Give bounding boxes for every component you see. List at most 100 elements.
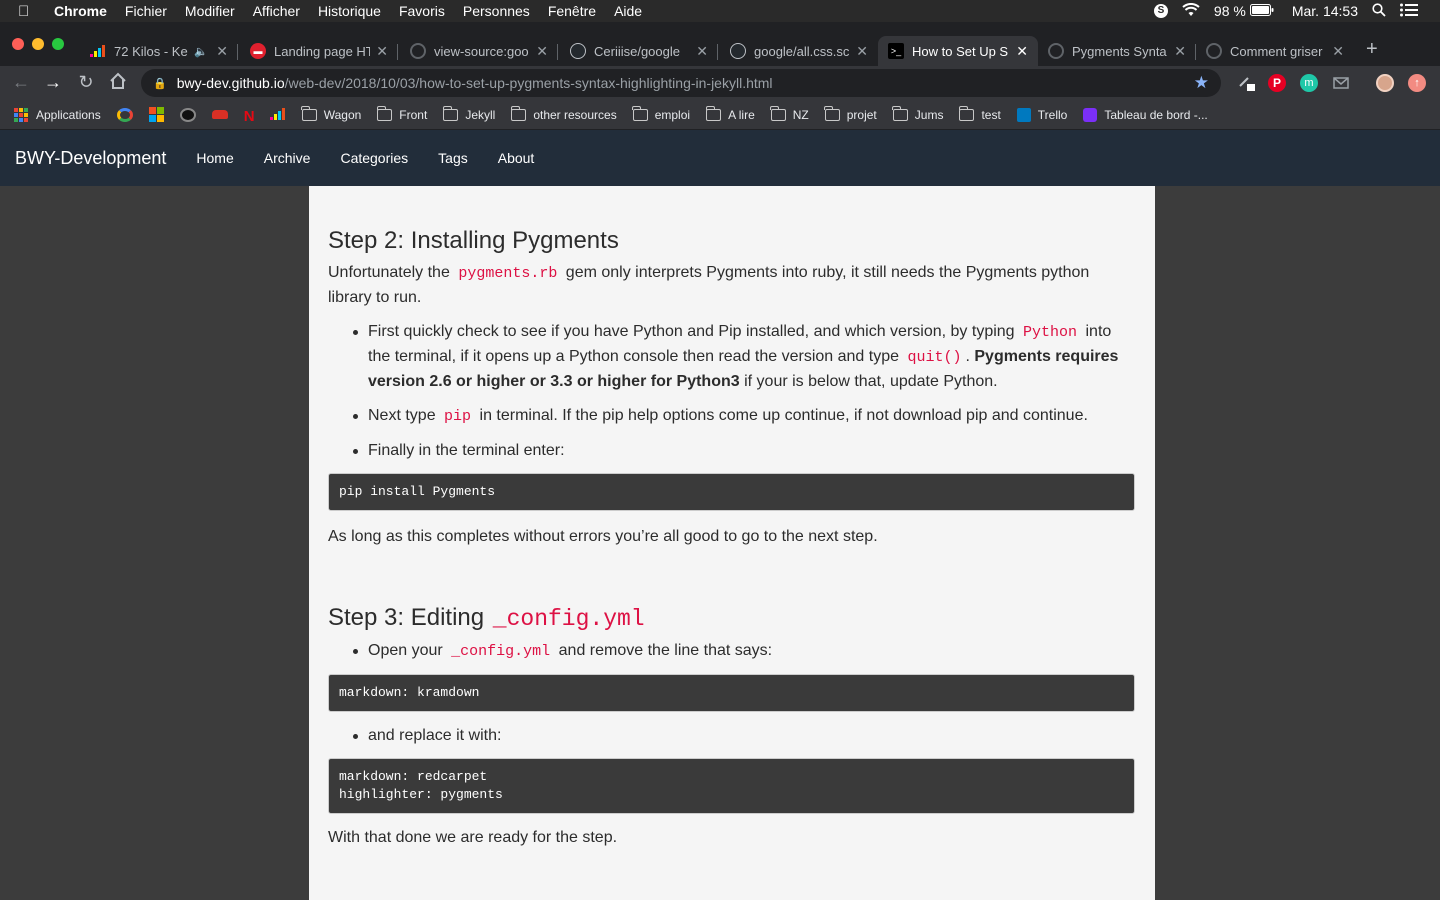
bookmark-folder-nz[interactable]: NZ: [770, 105, 809, 122]
extension-m-icon[interactable]: m: [1300, 74, 1318, 92]
bookmark-car[interactable]: [211, 110, 228, 119]
nav-archive[interactable]: Archive: [264, 150, 311, 166]
bookmark-folder-projet[interactable]: projet: [824, 105, 877, 122]
bookmark-label: NZ: [792, 107, 809, 122]
update-icon[interactable]: ↑: [1408, 74, 1426, 92]
tab-ceriiise-google[interactable]: Ceriiise/google ✕: [560, 36, 718, 66]
bookmark-folder-test[interactable]: test: [958, 105, 1001, 122]
bookmark-deezer[interactable]: [269, 107, 286, 122]
minimize-window-button[interactable]: [32, 38, 44, 50]
bookmark-netflix[interactable]: N: [244, 108, 255, 125]
close-tab-icon[interactable]: ✕: [376, 43, 388, 60]
site-navbar: BWY-Development Home Archive Categories …: [0, 130, 1440, 186]
nav-about[interactable]: About: [498, 150, 535, 166]
close-tab-icon[interactable]: ✕: [856, 43, 868, 60]
site-brand[interactable]: BWY-Development: [15, 148, 166, 169]
menu-modifier[interactable]: Modifier: [185, 3, 235, 19]
tab-title: view-source:goo: [434, 43, 529, 59]
tab-google-all-css[interactable]: google/all.css.sc ✕: [720, 36, 878, 66]
close-window-button[interactable]: [12, 38, 24, 50]
home-icon[interactable]: [107, 72, 129, 95]
bookmark-folder-jums[interactable]: Jums: [892, 105, 943, 122]
tab-comment-griser[interactable]: Comment griser ✕: [1196, 36, 1354, 66]
wifi-icon[interactable]: [1182, 2, 1200, 20]
close-tab-icon[interactable]: ✕: [1174, 43, 1186, 60]
zoom-window-button[interactable]: [52, 38, 64, 50]
apple-menu-icon[interactable]: : [18, 3, 40, 20]
menu-favoris[interactable]: Favoris: [399, 3, 445, 19]
list-item: Open your _config.yml and remove the lin…: [353, 639, 1135, 664]
speaker-icon[interactable]: 🔈: [194, 45, 208, 58]
browser-toolbar: ← → ↻ 🔒 bwy-dev.github.io /web-dev/2018/…: [0, 66, 1440, 100]
bookmark-folder-other-resources[interactable]: other resources: [510, 105, 617, 122]
menu-personnes[interactable]: Personnes: [463, 3, 530, 19]
lock-icon[interactable]: 🔒: [153, 77, 167, 90]
mail-icon[interactable]: [1332, 74, 1350, 92]
extension-screenshot-icon[interactable]: [1238, 74, 1256, 92]
battery-percent[interactable]: 98 %: [1214, 3, 1246, 19]
bookmark-label: Applications: [36, 107, 101, 122]
close-tab-icon[interactable]: ✕: [216, 43, 228, 60]
new-tab-icon[interactable]: +: [1366, 38, 1378, 61]
bookmark-microsoft[interactable]: [148, 107, 164, 122]
menu-app-name[interactable]: Chrome: [54, 3, 107, 19]
forward-arrow-icon[interactable]: →: [42, 72, 64, 93]
spotlight-search-icon[interactable]: [1372, 2, 1386, 20]
pinterest-icon[interactable]: P: [1268, 74, 1286, 92]
bookmark-folder-front[interactable]: Front: [376, 105, 428, 122]
code-block-pip-install[interactable]: pip install Pygments: [328, 473, 1135, 511]
close-tab-icon[interactable]: ✕: [1016, 43, 1028, 60]
menu-aide[interactable]: Aide: [614, 3, 642, 19]
bookmark-folder-wagon[interactable]: Wagon: [301, 105, 362, 122]
bookmark-folder-a-lire[interactable]: A lire: [705, 105, 755, 122]
folder-icon: [824, 105, 840, 121]
clock[interactable]: Mar. 14:53: [1292, 3, 1358, 19]
code-block-redcarpet[interactable]: markdown: redcarpet highlighter: pygment…: [328, 758, 1135, 814]
bookmark-google[interactable]: [116, 107, 133, 122]
profile-avatar[interactable]: [1376, 74, 1394, 92]
bookmark-star-icon[interactable]: ★: [1194, 73, 1209, 93]
text: First quickly check to see if you have P…: [368, 323, 1015, 340]
nav-tags[interactable]: Tags: [438, 150, 468, 166]
skype-icon[interactable]: S: [1153, 4, 1168, 18]
bookmark-folder-emploi[interactable]: emploi: [632, 105, 690, 122]
bookmark-applications[interactable]: Applications: [14, 107, 101, 122]
bookmark-tableau-de-bord[interactable]: Tableau de bord -...: [1083, 107, 1208, 122]
back-arrow-icon[interactable]: ←: [10, 72, 32, 93]
bookmark-label: Wagon: [323, 107, 362, 122]
bookmark-label: Front: [399, 107, 428, 122]
nav-categories[interactable]: Categories: [340, 150, 408, 166]
nav-home[interactable]: Home: [196, 150, 233, 166]
github-icon: [730, 43, 746, 59]
folder-icon: [510, 105, 527, 121]
reload-icon[interactable]: ↻: [75, 72, 97, 93]
menu-fichier[interactable]: Fichier: [125, 3, 167, 19]
close-tab-icon[interactable]: ✕: [696, 43, 708, 60]
tab-pygments-syntax[interactable]: Pygments Synta ✕: [1038, 36, 1196, 66]
list-item: Finally in the terminal enter:: [353, 439, 1135, 463]
code-block-markdown-kramdown[interactable]: markdown: kramdown: [328, 674, 1135, 712]
bookmark-label: projet: [846, 107, 877, 122]
bookmark-github[interactable]: [179, 107, 196, 122]
bookmark-trello[interactable]: Trello: [1016, 107, 1067, 122]
list-item: Next type pip in terminal. If the pip he…: [353, 404, 1135, 429]
address-bar[interactable]: 🔒 bwy-dev.github.io /web-dev/2018/10/03/…: [141, 69, 1221, 97]
close-tab-icon[interactable]: ✕: [536, 43, 548, 60]
close-tab-icon[interactable]: ✕: [1332, 43, 1344, 60]
tab-title: Comment griser: [1230, 43, 1323, 59]
menu-fenetre[interactable]: Fenêtre: [548, 3, 596, 19]
url-path: /web-dev/2018/10/03/how-to-set-up-pygmen…: [284, 75, 773, 91]
notification-center-icon[interactable]: [1400, 3, 1418, 20]
macos-menu-bar:  Chrome Fichier Modifier Afficher Histo…: [0, 0, 1440, 22]
battery-icon[interactable]: [1249, 3, 1274, 19]
tab-landing-page[interactable]: ▬ Landing page HT ✕: [240, 36, 398, 66]
tab-title: 72 Kilos - Ke: [114, 43, 188, 59]
menu-historique[interactable]: Historique: [318, 3, 381, 19]
tab-view-source[interactable]: view-source:goo ✕: [400, 36, 558, 66]
bookmark-folder-jekyll[interactable]: Jekyll: [442, 105, 495, 122]
menu-extras: S 98 % Mar. 14:53: [1153, 0, 1440, 22]
tab-72-kilos[interactable]: 72 Kilos - Ke 🔈 ✕: [80, 36, 238, 66]
menu-afficher[interactable]: Afficher: [253, 3, 300, 19]
step2-intro: Unfortunately the pygments.rb gem only i…: [328, 261, 1135, 310]
tab-how-to-set-up[interactable]: >_ How to Set Up S ✕: [878, 36, 1038, 66]
